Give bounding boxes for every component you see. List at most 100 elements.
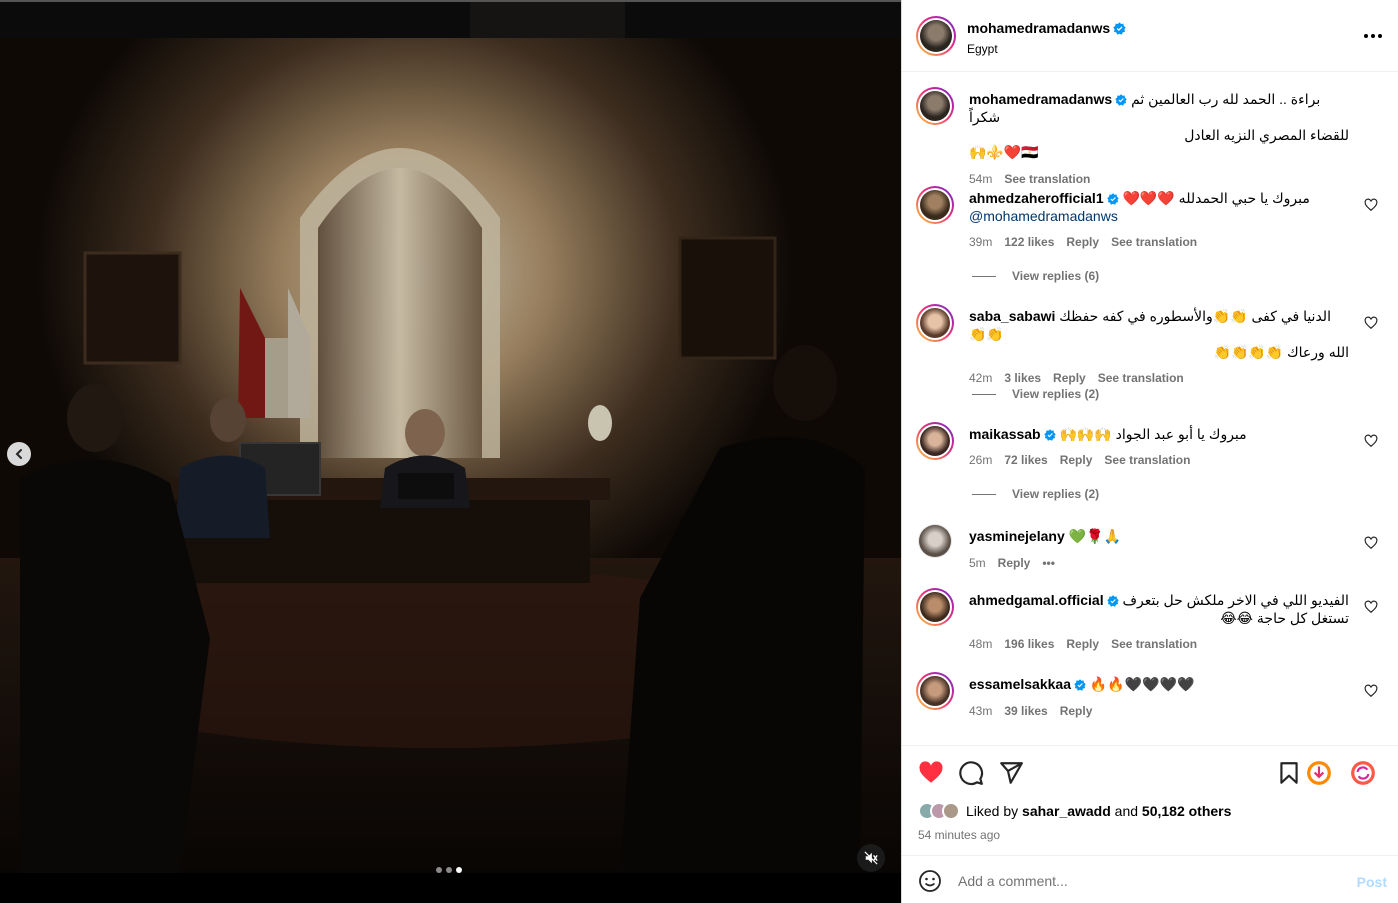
carousel-dot: [446, 867, 452, 873]
mute-toggle-button[interactable]: [857, 844, 885, 872]
see-translation-link[interactable]: See translation: [1004, 170, 1090, 188]
paper-plane-icon[interactable]: [998, 760, 1024, 786]
comment-time[interactable]: 48m: [969, 635, 992, 653]
caption-time[interactable]: 54m: [969, 170, 992, 188]
comment-likes[interactable]: 39 likes: [1004, 702, 1047, 720]
see-translation-link[interactable]: See translation: [1111, 635, 1197, 653]
comment-likes[interactable]: 72 likes: [1004, 451, 1047, 469]
comment-likes[interactable]: 3 likes: [1004, 369, 1041, 387]
like-comment-heart-icon[interactable]: [1364, 198, 1378, 212]
comment-bubble-icon[interactable]: [958, 760, 984, 786]
comment-text: مبروك يا حبي الحمدلله ❤️❤️❤️: [1122, 190, 1310, 206]
comment-time[interactable]: 39m: [969, 233, 992, 251]
view-replies-button[interactable]: View replies (2): [972, 487, 1099, 501]
comment-username[interactable]: maikassab: [969, 426, 1041, 442]
liked-by-summary: Liked by sahar_awadd and 50,182 others: [918, 802, 1231, 820]
comment-time[interactable]: 43m: [969, 702, 992, 720]
reply-button[interactable]: Reply: [1053, 369, 1086, 387]
add-comment-bar: Post: [902, 855, 1398, 903]
carousel-dot: [436, 867, 442, 873]
repost-extension-icon[interactable]: [1350, 760, 1376, 786]
commenter-avatar[interactable]: [916, 672, 954, 710]
post-header: mohamedramadanws Egypt: [902, 0, 1398, 72]
reply-button[interactable]: Reply: [998, 554, 1031, 572]
verified-badge-icon: [1074, 679, 1086, 691]
post-time-ago[interactable]: 54 minutes ago: [918, 828, 1000, 842]
post-location[interactable]: Egypt: [967, 42, 1126, 56]
commenter-avatar[interactable]: [916, 186, 954, 224]
caption-avatar[interactable]: [916, 87, 954, 125]
media-bottom-strip: [0, 873, 901, 903]
view-replies-label: View replies (2): [1012, 487, 1100, 501]
author-username[interactable]: mohamedramadanws: [967, 20, 1110, 36]
verified-badge-icon: [1043, 429, 1056, 441]
see-translation-link[interactable]: See translation: [1104, 451, 1190, 469]
comment-username[interactable]: ahmedgamal.official: [969, 592, 1104, 608]
add-comment-input[interactable]: [958, 870, 1338, 892]
chevron-left-icon: [15, 449, 22, 459]
comment-username[interactable]: yasminejelany: [969, 528, 1065, 544]
comment-text-line2: الله ورعاك 👏👏👏👏: [1213, 344, 1349, 360]
reply-button[interactable]: Reply: [1066, 233, 1099, 251]
comment-time[interactable]: 5m: [969, 554, 986, 572]
comment-time[interactable]: 42m: [969, 369, 992, 387]
like-comment-heart-icon[interactable]: [1364, 434, 1378, 448]
see-translation-link[interactable]: See translation: [1111, 233, 1197, 251]
verified-badge-icon: [1115, 94, 1127, 106]
reply-button[interactable]: Reply: [1060, 702, 1093, 720]
verified-badge-icon: [1106, 193, 1119, 205]
comments-list[interactable]: mohamedramadanws براءة .. الحمد لله رب ا…: [902, 73, 1398, 745]
commenter-avatar[interactable]: [918, 524, 952, 558]
commenter-avatar[interactable]: [916, 422, 954, 460]
view-replies-label: View replies (2): [1012, 387, 1100, 401]
liked-by-prefix: Liked by: [966, 803, 1019, 819]
see-translation-link[interactable]: See translation: [1098, 369, 1184, 387]
post-actions: Liked by sahar_awadd and 50,182 others 5…: [902, 745, 1398, 855]
view-replies-button[interactable]: View replies (6): [972, 269, 1099, 283]
post-media: [0, 0, 901, 903]
commenter-avatar[interactable]: [916, 304, 954, 342]
liked-by-others[interactable]: 50,182 others: [1142, 803, 1232, 819]
caption-emoji-line: 🙌⚜️❤️🇪🇬: [969, 145, 1039, 161]
previous-slide-button[interactable]: [7, 442, 31, 466]
post-comment-button[interactable]: Post: [1357, 874, 1387, 890]
verified-badge-icon: [1113, 22, 1126, 35]
reply-button[interactable]: Reply: [1066, 635, 1099, 653]
liked-by-user[interactable]: sahar_awadd: [1022, 803, 1111, 819]
comment-options-button[interactable]: •••: [1042, 554, 1055, 572]
commenter-avatar[interactable]: [916, 588, 954, 626]
comment-likes[interactable]: 122 likes: [1004, 233, 1054, 251]
smiley-icon[interactable]: [918, 869, 942, 893]
like-comment-heart-icon[interactable]: [1364, 536, 1378, 550]
comment-mention[interactable]: @mohamedramadanws: [969, 207, 1349, 225]
comment-username[interactable]: ahmedzaherofficial1: [969, 190, 1104, 206]
like-comment-heart-icon[interactable]: [1364, 684, 1378, 698]
heart-filled-icon[interactable]: [918, 760, 944, 786]
carousel-indicator: [436, 867, 462, 873]
comment-time[interactable]: 26m: [969, 451, 992, 469]
more-options-button[interactable]: [1361, 26, 1385, 46]
comment-likes[interactable]: 196 likes: [1004, 635, 1054, 653]
like-comment-heart-icon[interactable]: [1364, 316, 1378, 330]
comment-text-line2: تستغل كل حاجة 😂😂: [1220, 610, 1349, 626]
comment-text: الفيديو اللي في الاخر ملكش حل بتعرف: [1122, 592, 1349, 608]
author-avatar[interactable]: [916, 16, 956, 56]
media-top-strip: [0, 0, 901, 40]
video-frame[interactable]: [0, 38, 901, 873]
reply-button[interactable]: Reply: [1060, 451, 1093, 469]
liker-avatar[interactable]: [942, 802, 960, 820]
caption-username[interactable]: mohamedramadanws: [969, 91, 1112, 107]
view-replies-button[interactable]: View replies (2): [972, 387, 1099, 401]
comment-text: 💚🌹🙏: [1068, 529, 1121, 545]
bookmark-icon[interactable]: [1276, 760, 1302, 786]
download-extension-icon[interactable]: [1306, 760, 1332, 786]
instagram-post-view: mohamedramadanws Egypt mohamedramadanws …: [0, 0, 1398, 903]
carousel-dot-active: [456, 867, 462, 873]
more-options-icon: [1364, 34, 1368, 38]
muted-speaker-icon: [864, 851, 878, 865]
comment-username[interactable]: essamelsakkaa: [969, 676, 1071, 692]
post-side-panel: mohamedramadanws Egypt mohamedramadanws …: [901, 0, 1398, 903]
like-comment-heart-icon[interactable]: [1364, 600, 1378, 614]
verified-badge-icon: [1106, 595, 1119, 607]
comment-username[interactable]: saba_sabawi: [969, 308, 1055, 324]
